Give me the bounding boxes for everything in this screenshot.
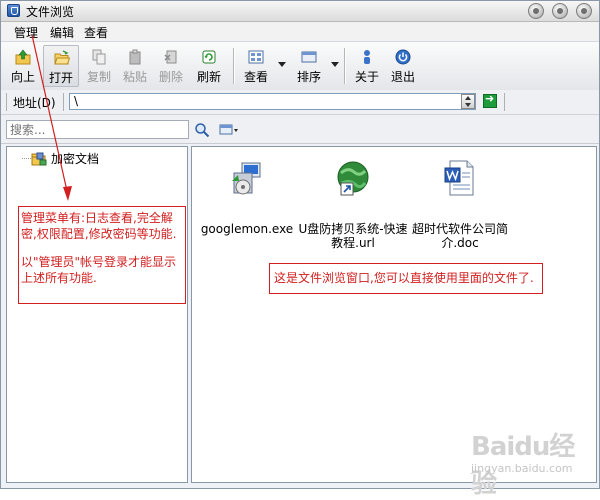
sort-label: 排序 [296, 70, 321, 84]
menu-annotation-text: 管理菜单有:日志查看,完全解密,权限配置,修改密码等功能. [21, 211, 177, 241]
baidu-watermark: Baidu经验 jingyan.baidu.com [471, 426, 591, 499]
power-icon [395, 49, 411, 65]
address-bar: 地址(D) \ [1, 90, 599, 115]
internet-shortcut-icon [337, 161, 369, 196]
sort-icon [301, 51, 317, 63]
window-annotation-box: 这是文件浏览窗口,您可以直接使用里面的文件了. [269, 263, 543, 294]
up-button[interactable]: 向上 [5, 45, 41, 87]
go-arrow-icon[interactable] [483, 92, 497, 108]
delete-label: 删除 [158, 70, 183, 84]
toolbar-separator [233, 48, 235, 84]
sort-button[interactable]: 排序 [291, 45, 327, 87]
refresh-button[interactable]: 刷新 [191, 45, 227, 87]
up-label: 向上 [10, 70, 35, 84]
menu-manage[interactable]: 管理 [14, 24, 38, 41]
paste-icon [129, 49, 141, 65]
open-label: 打开 [48, 71, 73, 85]
person-info-icon [364, 50, 370, 64]
exit-button[interactable]: 退出 [385, 45, 421, 87]
search-bar [1, 115, 599, 144]
maximize-button[interactable] [552, 3, 568, 19]
search-icon[interactable] [194, 122, 210, 138]
refresh-label: 刷新 [196, 70, 221, 84]
file-name: U盘防拷贝系统-快速教程.url [298, 222, 408, 250]
address-grip [6, 93, 7, 111]
close-button[interactable] [576, 3, 592, 19]
file-item-exe[interactable]: googlemon.exe [192, 159, 302, 236]
title-bar[interactable]: 文件浏览 [1, 1, 599, 22]
word-document-icon [444, 160, 474, 196]
minimize-button[interactable] [528, 3, 544, 19]
encrypted-folder-icon [31, 152, 47, 166]
copy-label: 复制 [86, 70, 111, 84]
installer-icon [232, 162, 261, 195]
delete-icon [164, 50, 177, 64]
view-button[interactable]: 查看 [238, 45, 274, 87]
file-name: 超时代软件公司简介.doc [411, 222, 508, 250]
search-input[interactable] [6, 120, 189, 139]
menu-bar: 管理 编辑 查看 [1, 22, 599, 40]
about-button[interactable]: 关于 [349, 45, 385, 87]
tree-item-encrypted-docs[interactable]: 加密文档 [51, 150, 99, 167]
view-label: 查看 [243, 70, 268, 84]
delete-button[interactable]: 删除 [153, 45, 189, 87]
file-name: googlemon.exe [200, 222, 294, 236]
shield-app-icon [7, 4, 20, 17]
watermark-site: jingyan.baidu.com [471, 462, 573, 475]
address-history-spin-icon[interactable] [461, 94, 475, 109]
view-grid-icon [248, 50, 264, 64]
menu-view[interactable]: 查看 [84, 24, 108, 41]
admin-annotation-text: 以"管理员"帐号登录才能显示上述所有功能. [21, 255, 177, 285]
address-separator [63, 93, 64, 111]
toolbar-separator [344, 48, 346, 84]
address-end-separator [504, 93, 505, 111]
window-title: 文件浏览 [26, 5, 75, 19]
copy-button[interactable]: 复制 [81, 45, 117, 87]
address-input[interactable]: \ [69, 93, 476, 110]
menu-annotation-box: 管理菜单有:日志查看,完全解密,权限配置,修改密码等功能. 以"管理员"帐号登录… [18, 206, 186, 304]
exit-label: 退出 [390, 70, 415, 84]
paste-label: 粘贴 [122, 70, 147, 84]
view-dropdown-arrow-icon[interactable] [278, 62, 286, 67]
file-browser-window: 文件浏览 管理 编辑 查看 向上 打开 复制 粘贴 删除 刷新 查看 排序 关于… [0, 0, 600, 499]
copy-icon [92, 49, 106, 65]
file-item-doc[interactable]: 超时代软件公司简介.doc [405, 159, 515, 250]
view-mode-dropdown-icon[interactable] [219, 123, 239, 137]
up-folder-icon [15, 49, 31, 65]
toolbar: 向上 打开 复制 粘贴 删除 刷新 查看 排序 关于 退出 [1, 41, 599, 91]
refresh-icon [202, 50, 216, 64]
address-label: 地址(D) [13, 96, 56, 110]
open-folder-icon [54, 50, 70, 65]
paste-button[interactable]: 粘贴 [117, 45, 153, 87]
menu-edit[interactable]: 编辑 [50, 24, 74, 41]
open-button[interactable]: 打开 [43, 45, 79, 87]
about-label: 关于 [354, 70, 379, 84]
file-item-url[interactable]: U盘防拷贝系统-快速教程.url [298, 159, 408, 250]
folder-tree-pane[interactable]: 加密文档 [6, 146, 188, 483]
sort-dropdown-arrow-icon[interactable] [331, 62, 339, 67]
